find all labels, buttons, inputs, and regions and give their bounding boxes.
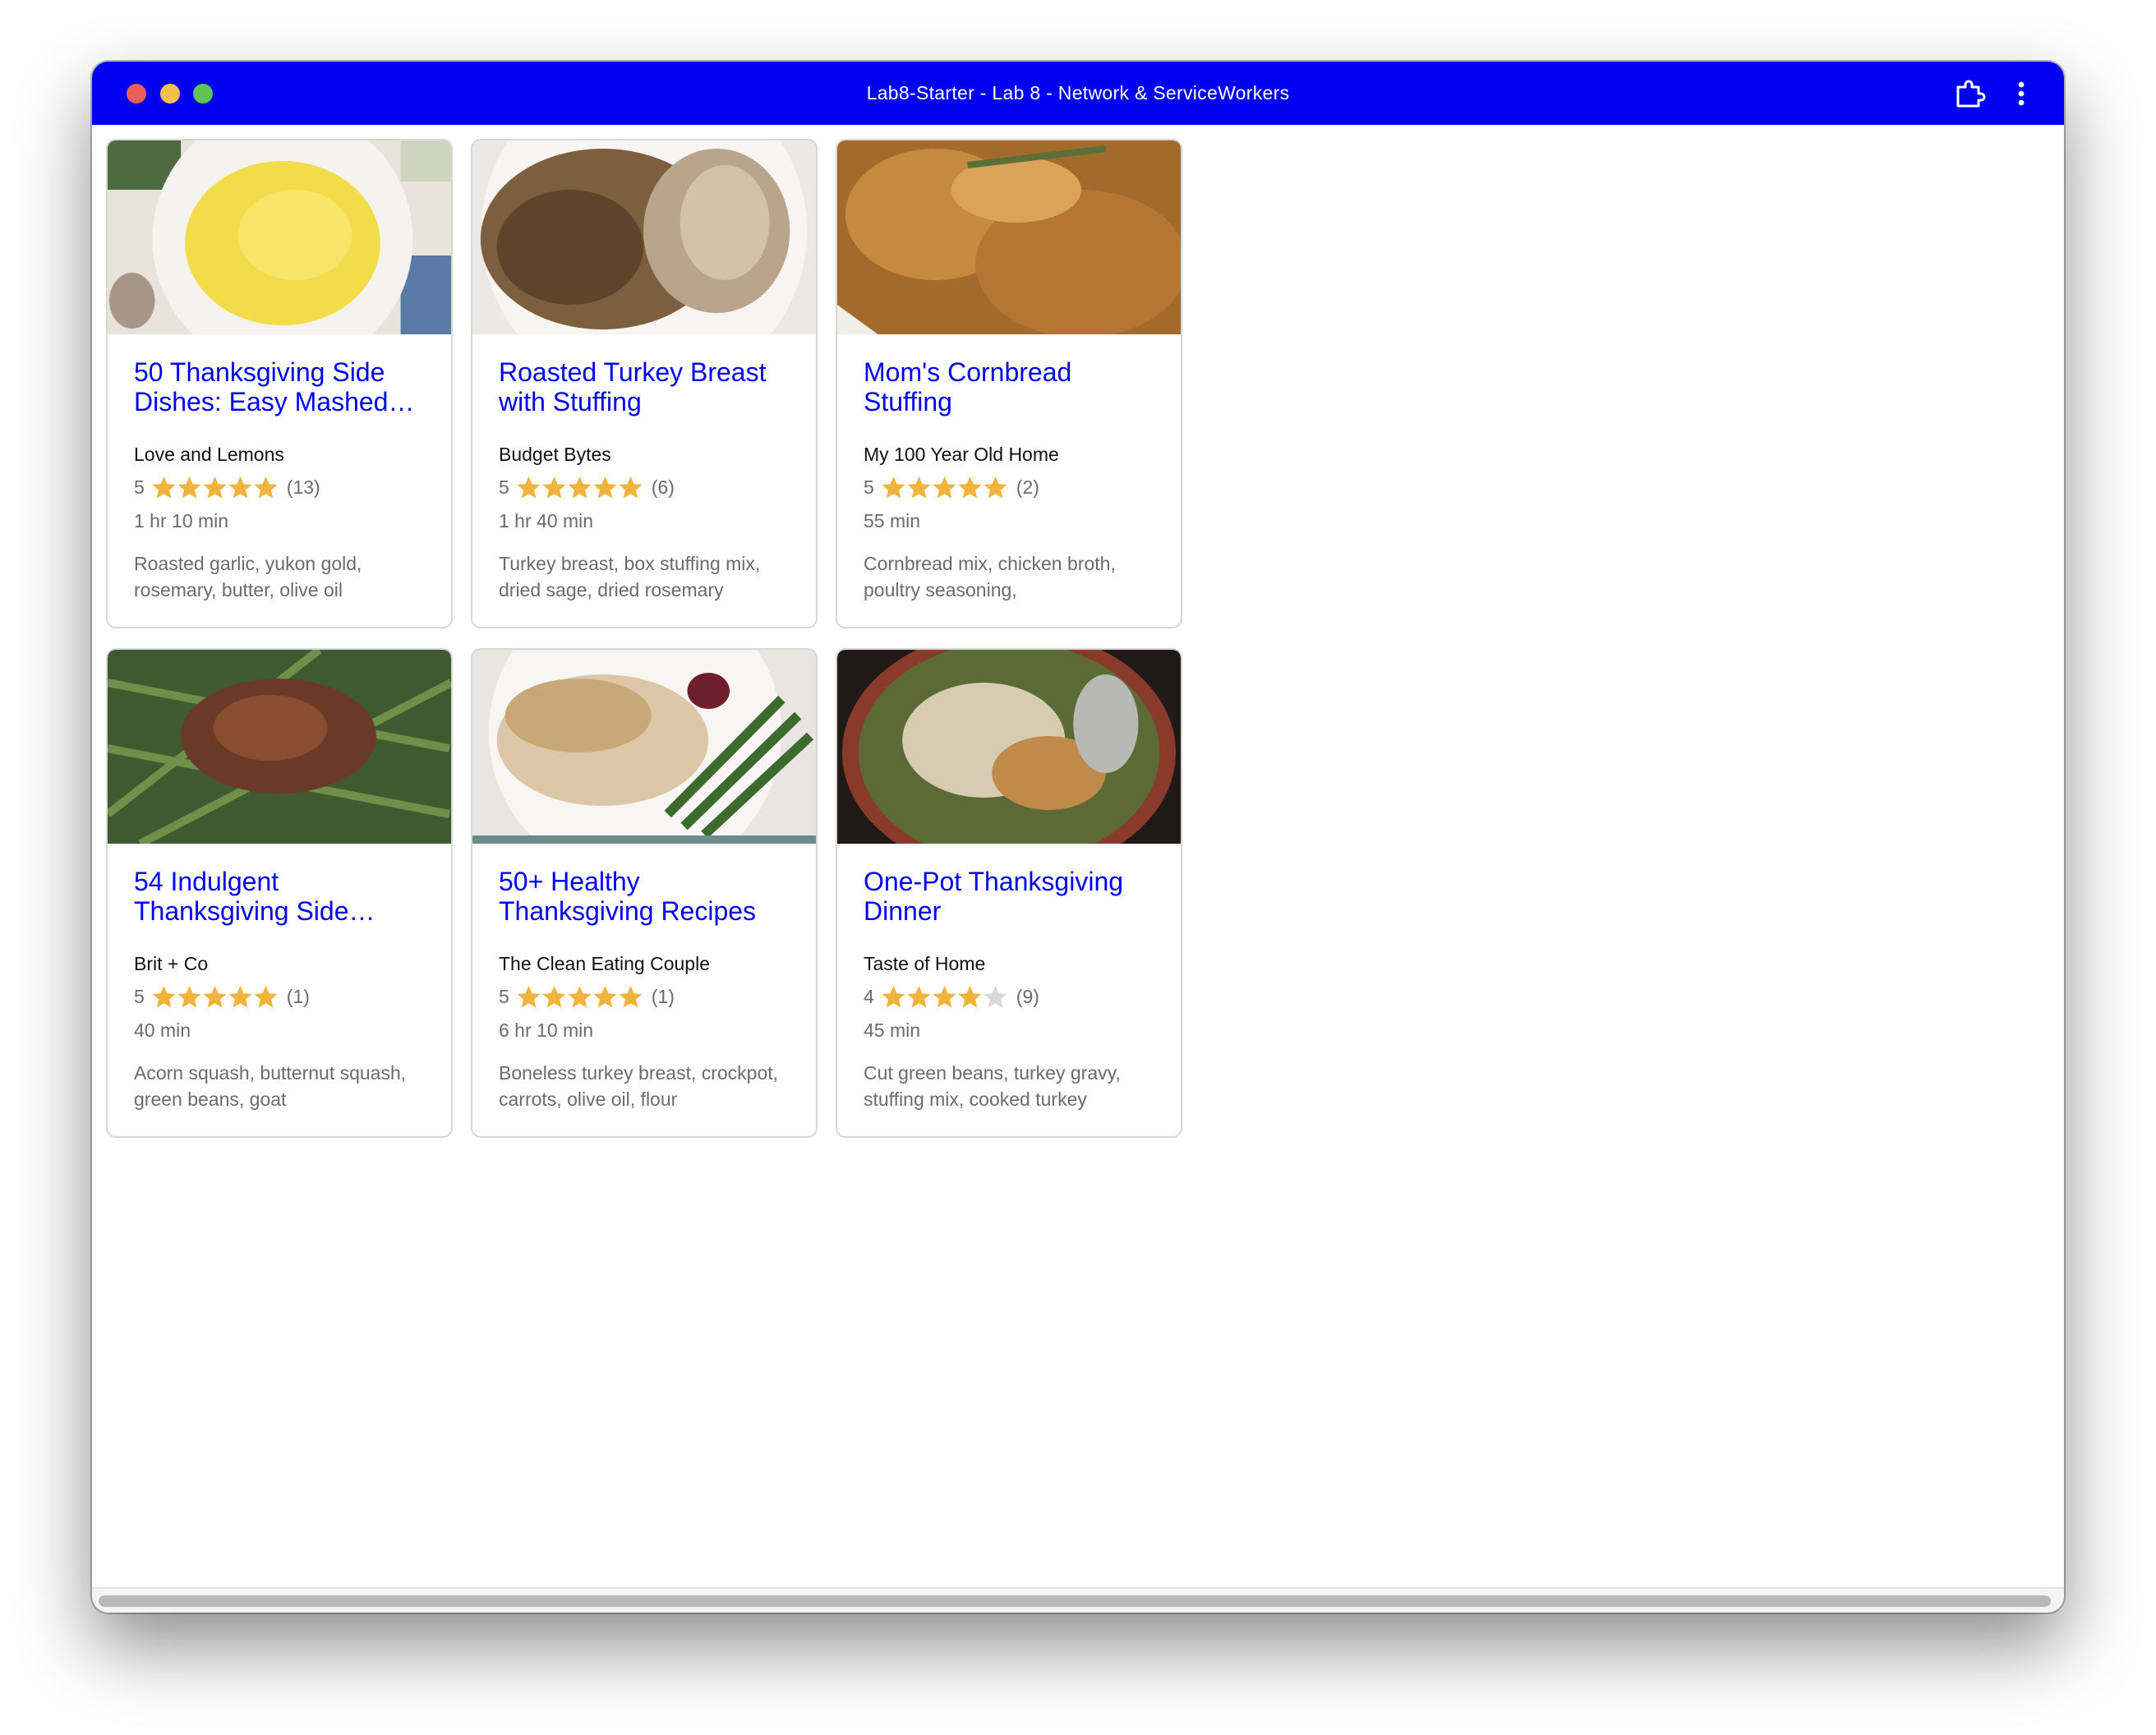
star-filled-icon xyxy=(933,476,956,499)
puzzle-icon[interactable] xyxy=(1952,76,1987,111)
star-filled-icon xyxy=(907,476,931,499)
recipe-image[interactable] xyxy=(108,650,451,844)
star-rating xyxy=(881,475,1008,500)
star-filled-icon xyxy=(568,476,592,499)
star-filled-icon xyxy=(542,476,566,499)
star-filled-icon xyxy=(152,986,176,1008)
recipe-time: 45 min xyxy=(864,1019,921,1041)
recipe-time: 55 min xyxy=(864,510,921,532)
rating-value: 5 xyxy=(134,476,145,498)
rating-row: 5 (2) xyxy=(864,475,1039,500)
star-filled-icon xyxy=(984,476,1007,499)
recipe-title[interactable]: Roasted Turkey Breast with Stuffing xyxy=(499,357,795,416)
star-filled-icon xyxy=(593,986,617,1008)
recipe-source: Brit + Co xyxy=(134,953,209,974)
recipe-title[interactable]: 50 Thanksgiving Side Dishes: Easy Mashed… xyxy=(134,357,430,416)
review-count: (2) xyxy=(1016,476,1039,498)
star-filled-icon xyxy=(228,986,252,1008)
recipe-image[interactable] xyxy=(837,650,1181,844)
rating-value: 5 xyxy=(499,476,509,498)
recipe-source: Budget Bytes xyxy=(499,444,611,465)
recipe-source: My 100 Year Old Home xyxy=(864,444,1059,465)
star-filled-icon xyxy=(517,476,541,499)
star-filled-icon xyxy=(958,476,982,499)
recipe-card[interactable]: Mom's Cornbread Stuffing My 100 Year Old… xyxy=(836,139,1182,628)
rating-row: 5 (1) xyxy=(499,984,675,1010)
recipe-title[interactable]: 50+ Healthy Thanksgiving Recipes xyxy=(499,867,795,926)
recipe-card[interactable]: 54 Indulgent Thanksgiving Side Dishes Br… xyxy=(106,648,453,1138)
star-filled-icon xyxy=(203,986,227,1008)
rating-value: 5 xyxy=(864,476,874,498)
star-empty-icon xyxy=(984,986,1007,1008)
rating-row: 5 (13) xyxy=(134,475,320,500)
star-filled-icon xyxy=(593,476,617,499)
rating-value: 5 xyxy=(499,986,509,1007)
recipe-time: 40 min xyxy=(134,1019,191,1041)
recipe-source: The Clean Eating Couple xyxy=(499,953,710,974)
rating-value: 4 xyxy=(864,986,874,1007)
star-filled-icon xyxy=(568,986,592,1008)
recipe-ingredients: Roasted garlic, yukon gold, rosemary, bu… xyxy=(134,553,362,601)
recipe-ingredients: Cut green beans, turkey gravy, stuffing … xyxy=(864,1062,1121,1110)
star-filled-icon xyxy=(177,476,201,499)
star-filled-icon xyxy=(619,986,643,1008)
recipe-ingredients: Cornbread mix, chicken broth, poultry se… xyxy=(864,553,1116,601)
star-filled-icon xyxy=(933,986,956,1008)
browser-window: Lab8-Starter - Lab 8 - Network & Service… xyxy=(92,62,2064,1613)
recipe-image[interactable] xyxy=(472,650,816,844)
window-title: Lab8-Starter - Lab 8 - Network & Service… xyxy=(866,82,1290,104)
recipe-title[interactable]: 54 Indulgent Thanksgiving Side Dishes xyxy=(134,867,430,926)
star-filled-icon xyxy=(254,986,278,1008)
review-count: (13) xyxy=(286,476,320,498)
star-filled-icon xyxy=(958,986,982,1008)
star-rating xyxy=(151,475,279,500)
recipe-ingredients: Turkey breast, box stuffing mix, dried s… xyxy=(499,553,761,601)
review-count: (1) xyxy=(651,986,675,1007)
kebab-menu-icon[interactable] xyxy=(2013,76,2029,111)
recipe-time: 6 hr 10 min xyxy=(499,1019,594,1041)
page-content: 50 Thanksgiving Side Dishes: Easy Mashed… xyxy=(92,125,2064,1587)
recipe-card[interactable]: 50 Thanksgiving Side Dishes: Easy Mashed… xyxy=(106,139,453,628)
star-filled-icon xyxy=(177,986,201,1008)
rating-row: 5 (6) xyxy=(499,475,675,500)
review-count: (1) xyxy=(286,986,310,1007)
recipe-title[interactable]: Mom's Cornbread Stuffing xyxy=(864,357,1159,416)
star-filled-icon xyxy=(254,476,278,499)
recipe-time: 1 hr 10 min xyxy=(134,510,229,532)
star-filled-icon xyxy=(203,476,227,499)
recipe-time: 1 hr 40 min xyxy=(499,510,594,532)
star-rating xyxy=(516,984,643,1010)
recipe-ingredients: Boneless turkey breast, crockpot, carrot… xyxy=(499,1062,779,1110)
recipe-source: Love and Lemons xyxy=(134,444,284,465)
star-rating xyxy=(516,475,643,500)
star-filled-icon xyxy=(882,476,905,499)
star-filled-icon xyxy=(542,986,566,1008)
horizontal-scrollbar[interactable] xyxy=(92,1587,2064,1613)
recipe-card[interactable]: Roasted Turkey Breast with Stuffing Budg… xyxy=(471,139,818,628)
recipe-card[interactable]: 50+ Healthy Thanksgiving Recipes The Cle… xyxy=(471,648,818,1138)
star-filled-icon xyxy=(882,986,905,1008)
title-bar[interactable]: Lab8-Starter - Lab 8 - Network & Service… xyxy=(92,62,2064,125)
rating-row: 5 (1) xyxy=(134,984,310,1010)
star-filled-icon xyxy=(907,986,931,1008)
recipe-card[interactable]: One-Pot Thanksgiving Dinner Taste of Hom… xyxy=(836,648,1182,1138)
rating-value: 5 xyxy=(134,986,145,1007)
recipe-image[interactable] xyxy=(108,140,451,334)
star-filled-icon xyxy=(517,986,541,1008)
rating-row: 4 (9) xyxy=(864,984,1039,1010)
recipe-ingredients: Acorn squash, butternut squash, green be… xyxy=(134,1062,407,1110)
star-filled-icon xyxy=(619,476,643,499)
review-count: (9) xyxy=(1016,986,1039,1007)
review-count: (6) xyxy=(651,476,675,498)
star-filled-icon xyxy=(152,476,176,499)
star-rating xyxy=(151,984,279,1010)
recipe-source: Taste of Home xyxy=(864,953,986,974)
scrollbar-thumb[interactable] xyxy=(99,1595,2051,1607)
star-rating xyxy=(881,984,1008,1010)
recipe-image[interactable] xyxy=(837,140,1181,334)
star-filled-icon xyxy=(228,476,252,499)
recipe-image[interactable] xyxy=(472,140,816,334)
recipe-title[interactable]: One-Pot Thanksgiving Dinner xyxy=(864,867,1159,926)
